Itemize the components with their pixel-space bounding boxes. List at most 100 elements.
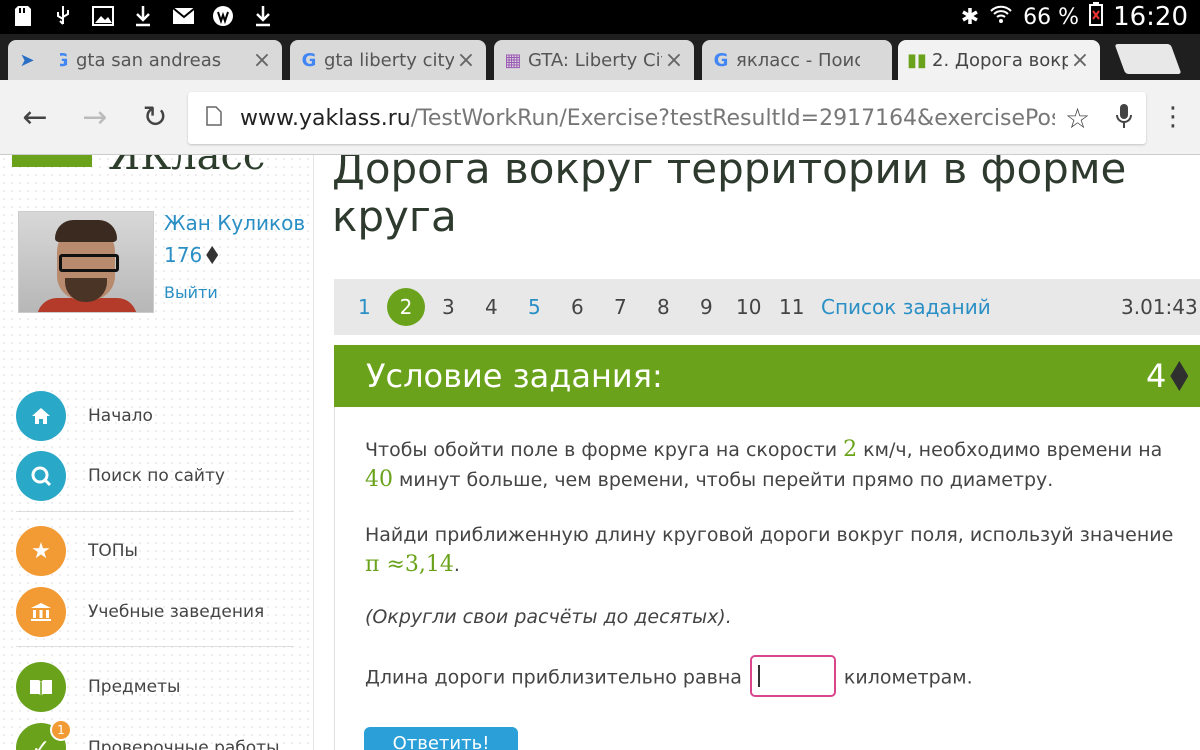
diamond-icon: [1170, 361, 1189, 391]
task-list-link[interactable]: Список заданий: [821, 295, 991, 319]
problem-question: Найди приближенную длину круговой дороги…: [365, 524, 1174, 577]
condition-points: 4: [1146, 357, 1189, 395]
page-link[interactable]: 3: [442, 295, 455, 319]
pi-value: π ≈3,14: [365, 552, 454, 577]
sidebar: ЯКласс Жан Куликов 176 Выйти Начало Поис…: [0, 155, 314, 750]
reload-icon[interactable]: ↻: [138, 100, 172, 135]
points-value: 176: [164, 243, 203, 267]
nav-item-tests[interactable]: ✓ 1 Проверочные работы: [16, 719, 280, 750]
usb-icon: [52, 4, 74, 28]
tab-bar: G gta san andreas × ➤ G gta liberty city…: [0, 34, 1200, 80]
avatar[interactable]: [18, 211, 154, 313]
tab-pinned[interactable]: ➤: [8, 40, 60, 80]
divider: [16, 646, 294, 647]
page-icon: [206, 106, 228, 130]
page-link[interactable]: 8: [657, 295, 670, 319]
close-icon[interactable]: ×: [454, 48, 478, 73]
page-title: Дорога вокруг территории в форме круга: [332, 155, 1127, 241]
minutes-value: 40: [365, 467, 393, 492]
logout-link[interactable]: Выйти: [164, 283, 218, 302]
back-icon[interactable]: ←: [18, 100, 52, 135]
app-icon: ➤: [19, 49, 35, 71]
battery-icon: [1089, 2, 1104, 32]
speed-value: 2: [843, 437, 858, 462]
divider: [16, 511, 294, 512]
book-icon: ▮▮: [907, 49, 927, 71]
download-icon: [252, 4, 274, 28]
tab-title: якласс - Поиск: [736, 49, 860, 71]
address-bar[interactable]: www.yaklass.ru/TestWorkRun/Exercise?test…: [188, 92, 1146, 144]
bookmark-star-icon[interactable]: ☆: [1065, 102, 1090, 135]
gmail-icon: [172, 4, 194, 28]
menu-icon[interactable]: ⋮: [1156, 100, 1190, 134]
nav-label: ТОПы: [88, 541, 138, 561]
tab[interactable]: G gta san andreas ×: [42, 40, 282, 80]
url-text[interactable]: www.yaklass.ru/TestWorkRun/Exercise?test…: [240, 106, 1055, 131]
nav-label: Поиск по сайту: [88, 466, 225, 486]
nav-item-search[interactable]: Поиск по сайту: [16, 451, 225, 501]
bluetooth-icon: ✱: [960, 4, 980, 30]
logo-icon: [12, 155, 92, 167]
grid-icon: ▦: [504, 49, 522, 71]
nav-item-subjects[interactable]: Предметы: [16, 662, 180, 712]
nav-label: Предметы: [88, 677, 181, 697]
clock: 16:20: [1113, 2, 1188, 32]
tab-title: 2. Дорога вокр: [932, 49, 1068, 71]
user-points: 176: [164, 243, 219, 267]
close-icon[interactable]: ×: [1068, 48, 1092, 73]
tab-active[interactable]: ▮▮ 2. Дорога вокр ×: [898, 40, 1100, 80]
page-current[interactable]: 2: [387, 288, 425, 326]
close-icon[interactable]: ×: [662, 48, 686, 73]
condition-title: Условие задания:: [366, 357, 663, 395]
answer-line: Длина дороги приблизительно равна километ…: [365, 655, 1185, 699]
google-icon: G: [301, 49, 317, 71]
page-link[interactable]: 6: [571, 295, 584, 319]
page-link[interactable]: 9: [700, 295, 713, 319]
condition-header: Условие задания: 4: [334, 345, 1200, 407]
answer-input[interactable]: [749, 655, 836, 697]
nav-label: Проверочные работы: [88, 738, 280, 750]
nav-item-schools[interactable]: Учебные заведения: [16, 587, 264, 637]
submit-button[interactable]: Ответить!: [364, 727, 518, 750]
page-link[interactable]: 11: [779, 295, 804, 319]
diamond-icon: [206, 246, 219, 264]
battery-percent: 66 %: [1023, 4, 1080, 30]
notification-badge: 1: [50, 719, 72, 741]
nav-item-home[interactable]: Начало: [16, 391, 153, 441]
check-icon: ✓ 1: [16, 719, 72, 750]
microphone-icon[interactable]: [1116, 103, 1133, 133]
nav-label: Начало: [88, 406, 153, 426]
school-icon: [16, 587, 66, 637]
page-link[interactable]: 1: [358, 295, 371, 319]
rounding-note: (Округли свои расчёты до десятых).: [365, 606, 732, 628]
tab-title: gta liberty city s: [324, 49, 454, 71]
timer: 3.01:43:4: [1121, 295, 1200, 319]
wifi-icon: [989, 4, 1013, 30]
new-tab-button[interactable]: [1114, 44, 1182, 74]
book-icon: [16, 662, 66, 712]
status-bar: ✱ 66 % 16:20: [0, 0, 1200, 34]
forward-icon[interactable]: →: [78, 100, 112, 135]
nav-item-tops[interactable]: ★ ТОПы: [16, 526, 138, 576]
tab[interactable]: G якласс - Поиск: [702, 40, 892, 80]
problem-text: Чтобы обойти поле в форме круга на скоро…: [365, 437, 1163, 492]
close-icon[interactable]: ×: [250, 48, 274, 73]
page-link[interactable]: 10: [736, 295, 761, 319]
page-link[interactable]: 5: [528, 295, 541, 319]
logo-text[interactable]: ЯКласс: [108, 155, 265, 179]
user-name[interactable]: Жан Куликов: [164, 211, 305, 235]
points-value: 4: [1146, 357, 1167, 395]
tab-title: gta san andreas: [76, 49, 222, 71]
app-icon: [212, 4, 234, 28]
download-icon: [132, 4, 154, 28]
page-link[interactable]: 7: [614, 295, 627, 319]
google-icon: G: [713, 49, 729, 71]
browser-toolbar: ← → ↻ www.yaklass.ru/TestWorkRun/Exercis…: [0, 80, 1200, 155]
condition-body: Чтобы обойти поле в форме круга на скоро…: [334, 407, 1200, 750]
tab[interactable]: ▦ GTA: Liberty Cit ×: [494, 40, 694, 80]
tab[interactable]: G gta liberty city s ×: [290, 40, 486, 80]
tab-title: GTA: Liberty Cit: [528, 49, 662, 71]
home-icon: [16, 391, 66, 441]
page-link[interactable]: 4: [485, 295, 498, 319]
sd-card-icon: [12, 4, 34, 28]
